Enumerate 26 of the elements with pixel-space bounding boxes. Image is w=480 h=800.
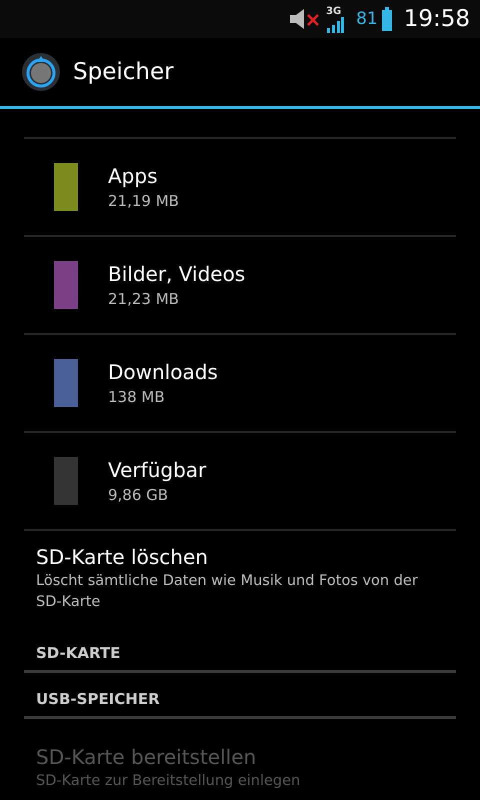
category-label: Verfügbar [108, 457, 206, 484]
app-icon[interactable] [21, 52, 61, 92]
category-label: Downloads [108, 359, 218, 386]
category-label: Apps [108, 163, 158, 190]
section-header: USB-SPEICHER [36, 690, 160, 708]
storage-category[interactable]: Verfügbar 9,86 GB [24, 433, 456, 531]
screen-title: Speicher [73, 59, 174, 85]
category-size: 9,86 GB [108, 485, 170, 506]
category-size: 21,23 MB [108, 289, 180, 310]
item-title: SD-Karte bereitstellen [36, 744, 258, 771]
network-type: 3G [326, 6, 342, 16]
clock: 19:58 [404, 6, 470, 32]
storage-category[interactable]: Bilder, Videos 21,23 MB [24, 237, 456, 335]
storage-category[interactable]: Downloads 138 MB [24, 335, 456, 433]
battery-percent: 81 [356, 9, 378, 29]
category-size: 21,19 MB [108, 191, 179, 212]
section-header: SD-KARTE [36, 644, 120, 662]
category-size: 138 MB [108, 387, 166, 408]
storage-category[interactable]: Apps 21,19 MB [24, 139, 456, 237]
item-summary: SD-Karte zur Bereitstellung einlegen [36, 772, 302, 791]
settings-item[interactable]: SD-Karte löschen Löscht sämtliche Daten wie Musik und Fotos von der SD-Karte [24, 531, 456, 627]
battery-icon [382, 7, 392, 31]
item-summary: Löscht sämtliche Daten wie Musik und Fotos von der SD-Karte [36, 572, 419, 612]
signal-icon [326, 16, 344, 32]
item-title: SD-Karte löschen [36, 544, 209, 571]
category-label: Bilder, Videos [108, 261, 246, 288]
